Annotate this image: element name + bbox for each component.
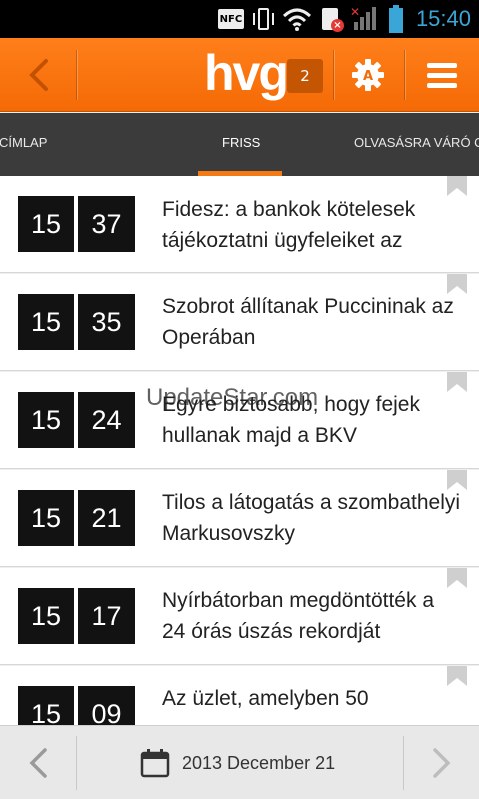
battery-icon bbox=[388, 5, 404, 33]
list-item[interactable]: 15 37 Fidesz: a bankok kötelesek tájékozt… bbox=[0, 176, 479, 273]
chevron-right-icon bbox=[432, 748, 450, 778]
bookmark-icon[interactable] bbox=[447, 176, 467, 196]
hvg-logo[interactable]: hvg bbox=[204, 44, 289, 102]
hamburger-menu-icon bbox=[426, 63, 457, 88]
wifi-icon bbox=[282, 8, 311, 31]
list-item[interactable]: 15 17 Nyírbátorban megdöntötték a 24 órás… bbox=[0, 568, 479, 665]
current-date: 2013 December 21 bbox=[182, 752, 336, 773]
clock: 15:40 bbox=[415, 6, 471, 31]
chevron-left-icon bbox=[29, 59, 48, 91]
calendar-icon bbox=[140, 749, 170, 778]
article-title: Az üzlet, amelyben 50 bbox=[162, 687, 369, 710]
list-item[interactable]: 15 09 Az üzlet, amelyben 50 bbox=[0, 666, 479, 725]
list-item[interactable]: 15 35 Szobrot állítanak Puccininak az Ope… bbox=[0, 274, 479, 371]
tab-olvasasra-varo[interactable]: OLVASÁSRA VÁRÓ CI bbox=[354, 113, 479, 176]
article-title: Egyre biztosabb, hogy fejek hullanak maj… bbox=[162, 393, 420, 447]
list-item[interactable]: 15 21 Tilos a látogatás a szombathelyi Ma… bbox=[0, 470, 479, 567]
settings-button[interactable]: A bbox=[333, 38, 403, 112]
bookmark-icon[interactable] bbox=[447, 666, 467, 686]
gear-icon: A bbox=[352, 59, 384, 91]
next-day-button[interactable] bbox=[404, 726, 479, 799]
tab-cimlap[interactable]: CÍMLAP bbox=[0, 113, 47, 176]
nfc-icon: NFC bbox=[217, 9, 244, 29]
article-title: Nyírbátorban megdöntötték a 24 órás úszá… bbox=[162, 589, 434, 643]
previous-day-button[interactable] bbox=[0, 726, 76, 799]
back-button[interactable] bbox=[0, 38, 76, 112]
time-display: 15 21 bbox=[18, 490, 135, 546]
time-display: 15 17 bbox=[18, 588, 135, 644]
article-title: Szobrot állítanak Puccininak az Operában bbox=[162, 295, 454, 349]
sim-error-icon: × bbox=[320, 6, 344, 32]
bookmark-icon[interactable] bbox=[447, 568, 467, 588]
article-title: Tilos a látogatás a szombathelyi Markuso… bbox=[162, 491, 461, 545]
status-bar: NFC × ✕ 15:40 bbox=[0, 0, 479, 38]
article-list[interactable]: 15 37 Fidesz: a bankok kötelesek tájékozt… bbox=[0, 176, 479, 725]
tab-friss[interactable]: FRISS bbox=[222, 113, 260, 176]
chevron-left-icon bbox=[29, 748, 47, 778]
date-navigation-bar: 2013 December 21 bbox=[0, 725, 479, 799]
tab-bar: CÍMLAP FRISS OLVASÁSRA VÁRÓ CI bbox=[0, 113, 479, 176]
menu-button[interactable] bbox=[404, 38, 479, 112]
vibrate-icon bbox=[252, 6, 274, 32]
date-picker[interactable]: 2013 December 21 bbox=[140, 744, 335, 782]
svg-text:A: A bbox=[363, 69, 373, 84]
app-bar: hvg 2 A bbox=[0, 38, 479, 112]
bookmark-icon[interactable] bbox=[447, 470, 467, 490]
time-display: 15 37 bbox=[18, 196, 135, 252]
notification-badge[interactable]: 2 bbox=[287, 59, 323, 93]
time-display: 15 24 bbox=[18, 392, 135, 448]
list-item[interactable]: 15 24 Egyre biztosabb, hogy fejek hullana… bbox=[0, 372, 479, 469]
bookmark-icon[interactable] bbox=[447, 372, 467, 392]
article-title: Fidesz: a bankok kötelesek tájékoztatni … bbox=[162, 198, 416, 252]
signal-icon: ✕ bbox=[350, 6, 380, 32]
time-display: 15 09 bbox=[18, 686, 135, 725]
bookmark-icon[interactable] bbox=[447, 274, 467, 294]
time-display: 15 35 bbox=[18, 294, 135, 350]
